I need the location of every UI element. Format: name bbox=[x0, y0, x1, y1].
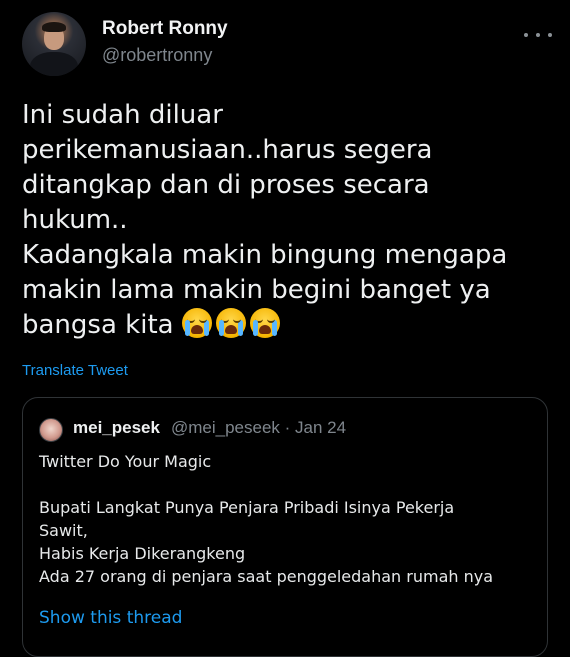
loudly-crying-face-icon bbox=[181, 308, 212, 338]
tweet-line: bangsa kita bbox=[22, 310, 174, 340]
tweet-line: perikemanusiaan..harus segera bbox=[22, 135, 433, 165]
loudly-crying-face-icon bbox=[249, 308, 280, 338]
avatar[interactable] bbox=[22, 12, 86, 76]
tweet-header: Robert Ronny @robertronny bbox=[22, 12, 552, 78]
more-dot bbox=[548, 33, 552, 37]
quoted-line: Sawit, bbox=[39, 521, 88, 540]
quoted-author-meta: @mei_peseek · Jan 24 bbox=[171, 418, 347, 437]
quoted-line bbox=[39, 473, 539, 496]
author-name[interactable]: Robert Ronny bbox=[102, 18, 228, 40]
translate-tweet-link[interactable]: Translate Tweet bbox=[22, 362, 128, 379]
more-options-icon[interactable] bbox=[524, 28, 552, 42]
avatar-hair bbox=[42, 22, 66, 32]
avatar-suit bbox=[30, 52, 78, 76]
quoted-tweet-card[interactable]: mei_pesek @mei_peseek · Jan 24 Twitter D… bbox=[22, 397, 548, 657]
quoted-line: Bupati Langkat Punya Penjara Pribadi Isi… bbox=[39, 498, 455, 517]
tweet-last-line: bangsa kita bbox=[22, 308, 552, 343]
tweet-text: Ini sudah diluar perikemanusiaan..harus … bbox=[22, 98, 552, 343]
tweet-line: hukum.. bbox=[22, 205, 128, 235]
tweet-line: ditangkap dan di proses secara bbox=[22, 170, 430, 200]
tweet-line: Kadangkala makin bingung mengapa bbox=[22, 240, 508, 270]
author-handle[interactable]: @robertronny bbox=[102, 45, 212, 66]
more-dot bbox=[536, 33, 540, 37]
more-dot bbox=[524, 33, 528, 37]
tweet-line: makin lama makin begini banget ya bbox=[22, 275, 491, 305]
quoted-avatar[interactable] bbox=[39, 418, 63, 442]
quoted-line: Twitter Do Your Magic bbox=[39, 452, 212, 471]
quoted-line: Habis Kerja Dikerangkeng bbox=[39, 544, 246, 563]
loudly-crying-face-icon bbox=[215, 308, 246, 338]
quoted-author-name: mei_pesek bbox=[73, 418, 160, 437]
tweet-line: Ini sudah diluar bbox=[22, 100, 223, 130]
quoted-text: Twitter Do Your Magic Bupati Langkat Pun… bbox=[39, 450, 539, 588]
show-thread-link[interactable]: Show this thread bbox=[39, 608, 182, 628]
quoted-line: Ada 27 orang di penjara saat penggeledah… bbox=[39, 567, 494, 586]
